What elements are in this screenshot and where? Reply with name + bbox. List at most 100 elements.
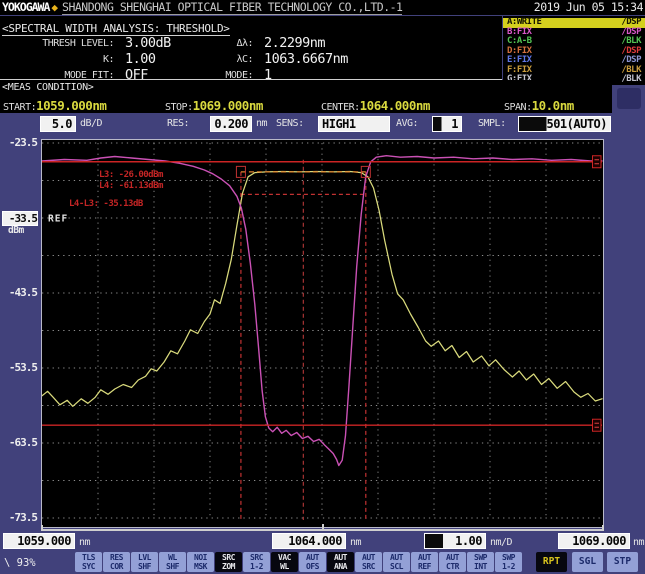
x-axis-tick-stop [602, 525, 604, 530]
softkey-res-cor[interactable]: RESCOR [103, 552, 130, 572]
analysis-label: Δλ: [211, 36, 253, 52]
softkey-wl-shf[interactable]: WLSHF [159, 552, 186, 572]
analysis-value: 1.00 [114, 52, 211, 68]
softkey-line1: WL [168, 553, 177, 562]
sweep-percent: 93% [17, 557, 36, 569]
softkey-line1: AUT [390, 553, 403, 562]
softkey-line1: LVL [138, 553, 151, 562]
y-tick-label: -53.5 [0, 361, 37, 374]
softkey-aut-ofs[interactable]: AUTOFS [299, 552, 326, 572]
analysis-label: λC: [211, 52, 253, 68]
analysis-row-1: K:1.00λC:1063.6667nm [2, 52, 502, 68]
softkey-line1: AUT [334, 553, 347, 562]
sweep-spinner: \ [4, 557, 10, 569]
start-wavelength-box: 1059.000 [3, 533, 75, 549]
separator-line [0, 79, 502, 80]
softkey-aut-src[interactable]: AUTSRC [355, 552, 382, 572]
y-tick-label: -23.5 [0, 136, 37, 149]
softkey-line2: WL [280, 562, 289, 571]
x-scale-unit: nm/D [490, 536, 512, 550]
softkey-aut-ref[interactable]: AUTREF [411, 552, 438, 572]
analysis-value: 2.2299nm [253, 36, 502, 52]
meas-field-value: 1059.000nm [36, 98, 106, 113]
sens-value-box: HIGH1 [318, 116, 390, 132]
meas-field-value: 10.0nm [532, 98, 574, 113]
softkey-line2: 1-2 [502, 562, 515, 571]
x-axis-tick-start [41, 525, 43, 530]
meas-field-center: CENTER:1064.000nm [321, 95, 430, 115]
softkey-line1: AUT [362, 553, 375, 562]
softkey-line2: SHF [166, 562, 179, 571]
analysis-rows: THRESH LEVEL:3.00dBΔλ:2.2299nmK:1.00λC:1… [2, 36, 502, 84]
y-tick-label: -73.5 [0, 511, 37, 524]
meas-field-value: 1069.000nm [193, 98, 263, 113]
meas-field-label: SPAN: [504, 102, 532, 113]
softkey-line2: CTR [446, 562, 459, 571]
softkey-line2: ZOM [222, 562, 235, 571]
y-tick-label: -43.5 [0, 286, 37, 299]
softkey-line1: SRC [222, 553, 235, 562]
softkey-src-zom[interactable]: SRCZOM [215, 552, 242, 572]
level-scale-unit: dB/D [80, 116, 102, 132]
analysis-heading: <SPECTRAL WIDTH ANALYSIS: THRESHOLD> [2, 22, 230, 36]
res-label: RES: [167, 116, 189, 132]
smpl-value-box: 501(AUTO) [518, 116, 611, 132]
spectral-width-analysis-panel: <SPECTRAL WIDTH ANALYSIS: THRESHOLD> THR… [0, 16, 502, 79]
center-wavelength-box: 1064.000 [272, 533, 346, 549]
meas-condition-panel: <MEAS CONDITION> START:1059.000nmSTOP:10… [0, 80, 612, 113]
softkey-line1: NOI [194, 553, 207, 562]
sweep-progress: \ 93% [4, 557, 36, 569]
softkey-line1: AUT [418, 553, 431, 562]
title-bar: YOKOGAWA ◆ SHANDONG SHENGHAI OPTICAL FIB… [0, 0, 645, 15]
stop-wavelength-unit: nm [633, 536, 644, 550]
softkey-aut-ctr[interactable]: AUTCTR [439, 552, 466, 572]
y-axis-unit: dBm [8, 225, 24, 236]
spectrum-svg: REFL3: -26.00dBmL4: -61.13dBmL4-L3: -35.… [42, 140, 603, 527]
softkey-rpt[interactable]: RPT [536, 552, 567, 572]
softkey-line1: RES [110, 553, 123, 562]
analysis-value: 1063.6667nm [253, 52, 502, 68]
softkey-line2: MSK [194, 562, 207, 571]
softkey-sgl[interactable]: SGL [572, 552, 603, 572]
avg-value-box: 1 [432, 116, 462, 132]
meas-field-stop: STOP:1069.000nm [165, 95, 263, 115]
marker-annotation-3: L4-L3: -35.13dB [69, 199, 144, 209]
avg-label: AVG: [396, 116, 418, 132]
softkey-lvl-shf[interactable]: LVLSHF [131, 552, 158, 572]
res-unit: nm [256, 116, 267, 132]
softkey-aut-scl[interactable]: AUTSCL [383, 552, 410, 572]
softkey-swp-int[interactable]: SWPINT [467, 552, 494, 572]
softkey-tls-syc[interactable]: TLSSYC [75, 552, 102, 572]
softkey-vac-wl[interactable]: VACWL [271, 552, 298, 572]
softkey-stp[interactable]: STP [607, 552, 638, 572]
side-indicator-block [617, 88, 641, 109]
meas-field-label: CENTER: [321, 102, 360, 113]
softkey-line1: AUT [306, 553, 319, 562]
meas-field-span: SPAN:10.0nm [504, 95, 574, 115]
analysis-row-0: THRESH LEVEL:3.00dBΔλ:2.2299nm [2, 36, 502, 52]
softkey-line2: SYC [82, 562, 95, 571]
analysis-label: K: [2, 52, 114, 68]
softkey-swp-1-2[interactable]: SWP1-2 [495, 552, 522, 572]
marker-annotation-2: L4: -61.13dBm [99, 181, 164, 191]
trace-list: A:WRITE/DSPB:FIX/DSPC:A-B/BLKD:FIX/DSPE:… [503, 16, 645, 85]
softkey-line2: INT [474, 562, 487, 571]
analysis-label: THRESH LEVEL: [2, 36, 114, 52]
l3-line-handle [593, 156, 602, 168]
softkey-src-1-2[interactable]: SRC1-2 [243, 552, 270, 572]
softkey-line1: SWP [474, 553, 487, 562]
softkey-aut-ana[interactable]: AUTANA [327, 552, 354, 572]
softkey-line1: SWP [502, 553, 515, 562]
softkey-noi-msk[interactable]: NOIMSK [187, 552, 214, 572]
meas-field-value: 1064.000nm [360, 98, 430, 113]
analysis-value: 3.00dB [114, 36, 211, 52]
softkey-line2: REF [418, 562, 431, 571]
softkey-line1: TLS [82, 553, 95, 562]
diamond-icon: ◆ [51, 1, 58, 14]
softkey-line2: 1-2 [250, 562, 263, 571]
smpl-label: SMPL: [478, 116, 506, 132]
l4-line-handle [593, 419, 602, 431]
level-scale-box: 5.0 [40, 116, 76, 132]
spectrum-plot: REFL3: -26.00dBmL4: -61.13dBmL4-L3: -35.… [41, 139, 604, 528]
start-wavelength-unit: nm [79, 536, 90, 550]
